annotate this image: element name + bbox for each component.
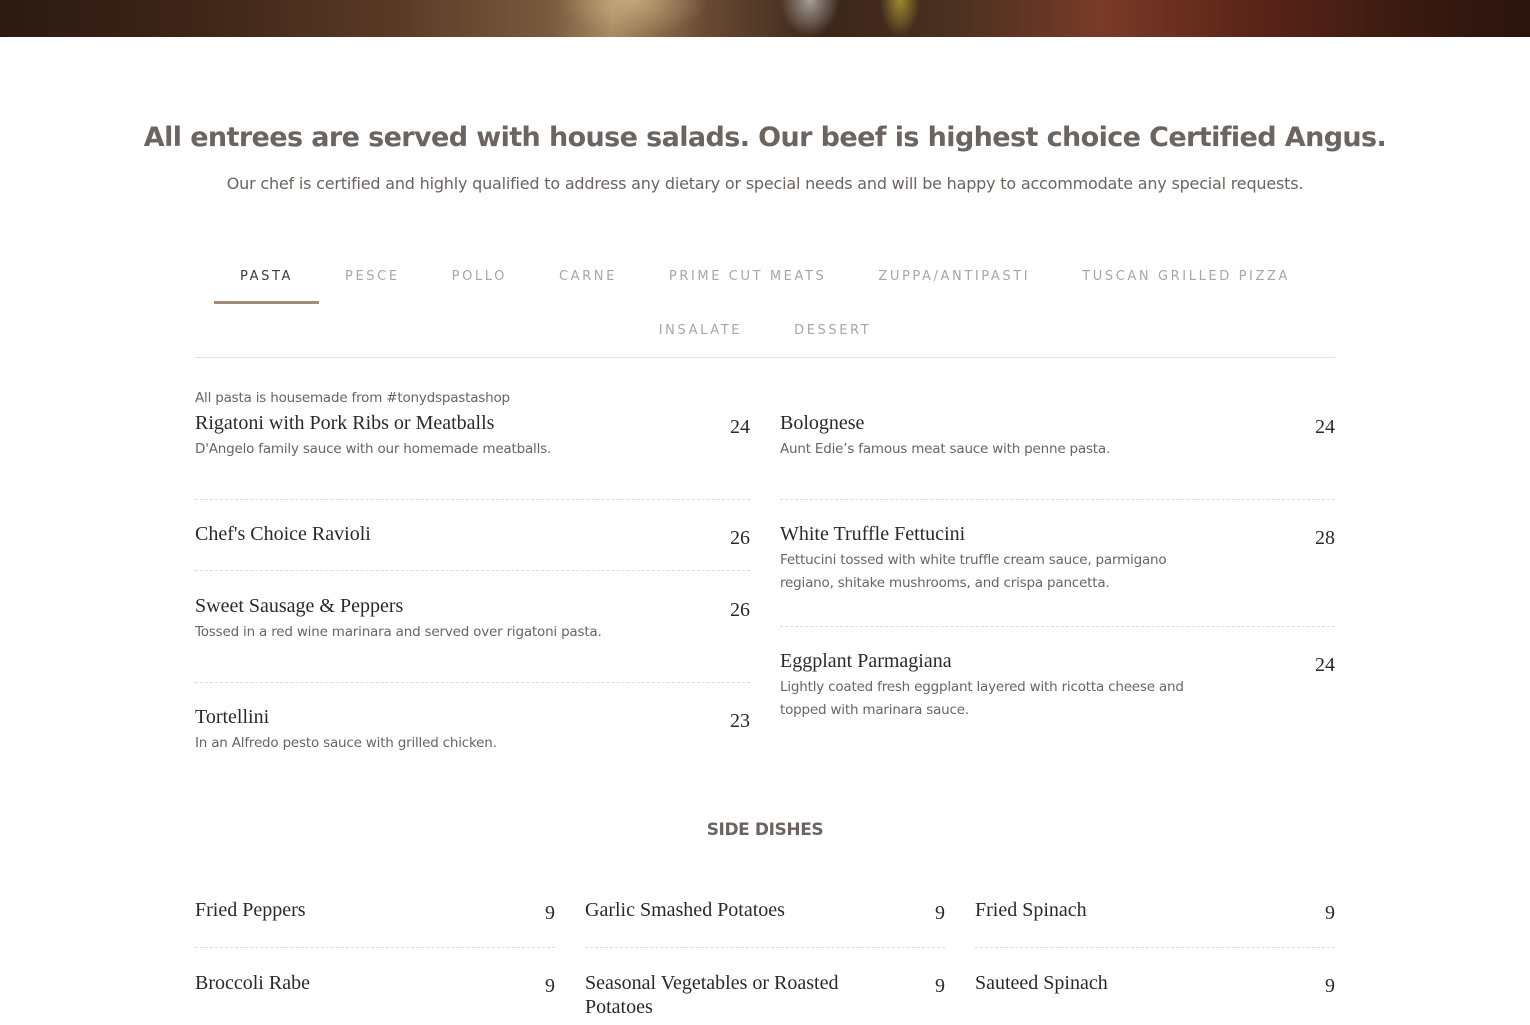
- hero-image-strip: [0, 0, 1530, 37]
- tab-tuscan-grilled-pizza[interactable]: TUSCAN GRILLED PIZZA: [1056, 258, 1316, 304]
- menu-item-price: 26: [730, 599, 750, 621]
- page-headline: All entrees are served with house salads…: [143, 122, 1387, 153]
- menu-item-price: 23: [730, 710, 750, 732]
- menu-item-price: 24: [1315, 416, 1335, 438]
- side-dish-price: 9: [545, 975, 555, 997]
- tab-insalate[interactable]: INSALATE: [633, 312, 768, 358]
- menu-item-name: Eggplant Parmagiana: [780, 650, 952, 672]
- pasta-note: All pasta is housemade from #tonydspasta…: [195, 390, 510, 406]
- side-dish-item: 9 Broccoli Rabe: [195, 948, 555, 997]
- menu-item: 24 Bolognese Aunt Edie’s famous meat sauce…: [780, 411, 1335, 500]
- menu-item-description: D'Angelo family sauce with our homemade …: [195, 441, 552, 457]
- tab-pesce[interactable]: PESCE: [319, 258, 426, 304]
- side-dish-name: Fried Peppers: [195, 899, 306, 921]
- menu-item: 26 Chef's Choice Ravioli: [195, 500, 750, 571]
- tab-dessert[interactable]: DESSERT: [768, 312, 897, 358]
- side-dish-price: 9: [545, 902, 555, 924]
- side-dishes-title: SIDE DISHES: [706, 820, 824, 840]
- menu-item-name: White Truffle Fettucini: [780, 523, 966, 545]
- side-dish-price: 9: [1325, 902, 1335, 924]
- menu-item-description: In an Alfredo pesto sauce with grilled c…: [195, 735, 497, 751]
- side-dish-name: Seasonal Vegetables or Roasted Potatoes: [585, 972, 839, 1018]
- menu-item-price: 24: [730, 416, 750, 438]
- menu-item-description: Tossed in a red wine marinara and served…: [195, 624, 602, 640]
- side-dish-item: 9 Fried Spinach: [975, 898, 1335, 948]
- menu-item: 28 White Truffle Fettucini Fettucini tosse…: [780, 500, 1335, 627]
- pasta-column-left: 24 Rigatoni with Pork Ribs or Meatballs D'…: [195, 411, 750, 755]
- menu-item-description: Lightly coated fresh eggplant layered wi…: [780, 679, 1184, 718]
- menu-item-description: Fettucini tossed with white truffle crea…: [780, 552, 1167, 591]
- side-dish-name: Fried Spinach: [975, 899, 1087, 921]
- side-dish-item: 9 Seasonal Vegetables or Roasted Potatoes: [585, 948, 945, 1019]
- tab-pasta[interactable]: PASTA: [214, 258, 320, 304]
- menu-item-name: Sweet Sausage & Peppers: [195, 595, 404, 617]
- menu-item-description: Aunt Edie’s famous meat sauce with penne…: [780, 441, 1111, 457]
- tab-prime-cut-meats[interactable]: PRIME CUT MEATS: [643, 258, 852, 304]
- menu-item: 26 Sweet Sausage & Peppers Tossed in a red…: [195, 571, 750, 683]
- menu-item-name: Tortellini: [195, 706, 270, 728]
- menu-item-name: Chef's Choice Ravioli: [195, 523, 371, 545]
- side-dish-item: 9 Fried Peppers: [195, 898, 555, 948]
- tabs-divider: [195, 357, 1335, 358]
- menu-item-name: Bolognese: [780, 412, 865, 434]
- side-dishes-column-2: 9 Garlic Smashed Potatoes 9 Seasonal Vegeta…: [585, 898, 945, 1019]
- tab-carne[interactable]: CARNE: [533, 258, 643, 304]
- menu-item-price: 28: [1315, 527, 1335, 549]
- tab-row-1: PASTA PESCE POLLO CARNE PRIME CUT MEATS ZUPPA…: [195, 258, 1335, 312]
- side-dishes-column-1: 9 Fried Peppers 9 Broccoli Rabe: [195, 898, 555, 997]
- menu-item-price: 24: [1315, 654, 1335, 676]
- page-subheadline: Our chef is certified and highly qualifi…: [226, 174, 1304, 193]
- menu-item: 24 Rigatoni with Pork Ribs or Meatballs D'…: [195, 411, 750, 500]
- side-dish-item: 9 Garlic Smashed Potatoes: [585, 898, 945, 948]
- menu-item: 23 Tortellini In an Alfredo pesto sauce wi…: [195, 683, 750, 755]
- menu-item: 24 Eggplant Parmagiana Lightly coated fres…: [780, 627, 1335, 722]
- side-dish-price: 9: [1325, 975, 1335, 997]
- tab-pollo[interactable]: POLLO: [426, 258, 533, 304]
- tab-zuppa-antipasti[interactable]: ZUPPA/ANTIPASTI: [852, 258, 1056, 304]
- menu-item-name: Rigatoni with Pork Ribs or Meatballs: [195, 412, 495, 434]
- side-dish-item: 9 Sauteed Spinach: [975, 948, 1335, 997]
- pasta-column-right: 24 Bolognese Aunt Edie’s famous meat sauce…: [780, 411, 1335, 722]
- side-dish-price: 9: [935, 975, 945, 997]
- menu-item-price: 26: [730, 527, 750, 549]
- side-dish-name: Broccoli Rabe: [195, 972, 310, 994]
- side-dish-price: 9: [935, 902, 945, 924]
- side-dishes-column-3: 9 Fried Spinach 9 Sauteed Spinach: [975, 898, 1335, 997]
- menu-category-tabs: PASTA PESCE POLLO CARNE PRIME CUT MEATS ZUPPA…: [195, 258, 1335, 366]
- side-dish-name: Garlic Smashed Potatoes: [585, 899, 785, 921]
- side-dish-name: Sauteed Spinach: [975, 972, 1108, 994]
